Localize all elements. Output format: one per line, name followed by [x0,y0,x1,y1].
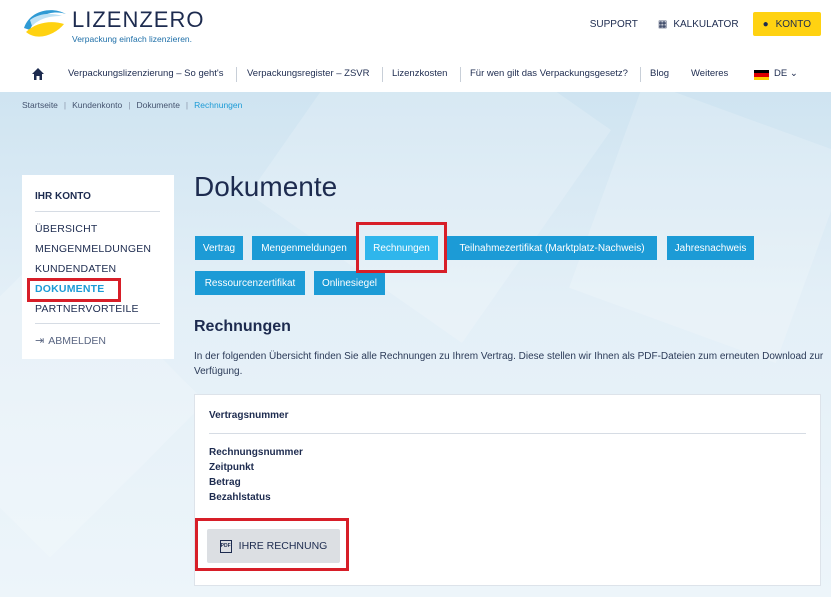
chevron-down-icon: ⌄ [789,68,798,79]
breadcrumb-item[interactable]: Kundenkonto [72,100,122,110]
nav-item-lizenzkosten[interactable]: Lizenzkosten [392,68,447,79]
card-divider [209,433,806,434]
breadcrumb-current: Rechnungen [194,100,243,110]
language-selector[interactable]: DE ⌄ [774,68,798,79]
contract-number-label: Vertragsnummer [209,410,289,421]
calculator-label: KALKULATOR [673,18,739,30]
brand-logo[interactable]: LIZENZERO Verpackung einfach lizenzieren… [22,4,205,48]
sidebar-item-mengenmeldungen[interactable]: MENGENMELDUNGEN [35,243,151,255]
site-header: LIZENZERO Verpackung einfach lizenzieren… [0,0,831,92]
sidebar-item-partnervorteile[interactable]: PARTNERVORTEILE [35,303,139,315]
brand-name: LIZENZERO [72,7,205,32]
tab-vertrag[interactable]: Vertrag [195,236,243,260]
invoice-card: Vertragsnummer Rechnungsnummer Zeitpunkt… [194,394,821,586]
breadcrumb-item[interactable]: Startseite [22,100,58,110]
support-label: SUPPORT [589,18,638,30]
download-invoice-button[interactable]: PDF IHRE RECHNUNG [207,529,340,563]
calculator-icon: ▦ [657,18,668,30]
tab-mengenmeldungen[interactable]: Mengenmeldungen [252,236,356,260]
logo-icon [24,10,66,37]
logout-link[interactable]: ⇥ ABMELDEN [35,334,106,348]
sidebar-title: IHR KONTO [35,191,91,202]
nav-divider [382,67,383,82]
logout-label: ABMELDEN [48,334,106,347]
nav-divider [640,67,641,82]
payment-status-label: Bezahlstatus [209,492,271,503]
nav-divider [460,67,461,82]
page-title: Dokumente [194,171,338,202]
breadcrumb: Startseite | Kundenkonto | Dokumente | R… [22,100,243,110]
nav-item-register[interactable]: Verpackungsregister – ZSVR [247,68,370,79]
brand-tagline: Verpackung einfach lizenzieren. [72,34,193,44]
tab-rechnungen[interactable]: Rechnungen [365,236,438,260]
invoice-date-label: Zeitpunkt [209,462,254,473]
breadcrumb-item[interactable]: Dokumente [136,100,179,110]
tab-onlinesiegel[interactable]: Onlinesiegel [314,271,385,295]
home-icon[interactable] [31,67,45,81]
invoice-number-label: Rechnungsnummer [209,447,303,458]
flag-de-icon [754,70,769,80]
support-link[interactable]: SUPPORT [590,19,638,30]
nav-item-weiteres[interactable]: Weiteres [691,68,728,79]
account-sidebar: IHR KONTO ÜBERSICHT MENGENMELDUNGEN KUND… [22,175,174,359]
section-title: Rechnungen [194,318,291,335]
sidebar-divider [35,211,160,212]
logout-icon: ⇥ [35,335,45,347]
sidebar-divider [35,323,160,324]
language-label: DE [774,68,788,79]
background-facet [248,92,612,344]
tab-ressourcenzertifikat[interactable]: Ressourcenzertifikat [195,271,305,295]
tab-jahresnachweis[interactable]: Jahresnachweis [667,236,754,260]
section-description: In der folgenden Übersicht finden Sie al… [194,351,824,377]
pdf-icon: PDF [219,539,232,553]
tab-teilnahmezertifikat[interactable]: Teilnahmezertifikat (Marktplatz-Nachweis… [447,236,657,260]
sidebar-item-uebersicht[interactable]: ÜBERSICHT [35,223,97,235]
user-icon: ● [762,18,769,30]
nav-divider [236,67,237,82]
calculator-link[interactable]: ▦ KALKULATOR [658,19,739,30]
nav-item-lizenzierung[interactable]: Verpackungslizenzierung – So geht's [68,68,224,79]
sidebar-item-kundendaten[interactable]: KUNDENDATEN [35,263,116,275]
download-invoice-label: IHRE RECHNUNG [238,540,328,552]
nav-item-blog[interactable]: Blog [650,68,669,79]
account-label: KONTO [775,18,811,30]
invoice-amount-label: Betrag [209,477,241,488]
nav-item-verpackungsgesetz[interactable]: Für wen gilt das Verpackungsgesetz? [470,68,628,79]
sidebar-item-dokumente[interactable]: DOKUMENTE [35,283,104,295]
top-links: SUPPORT ▦ KALKULATOR ● KONTO [570,12,821,36]
account-button[interactable]: ● KONTO [752,12,821,36]
